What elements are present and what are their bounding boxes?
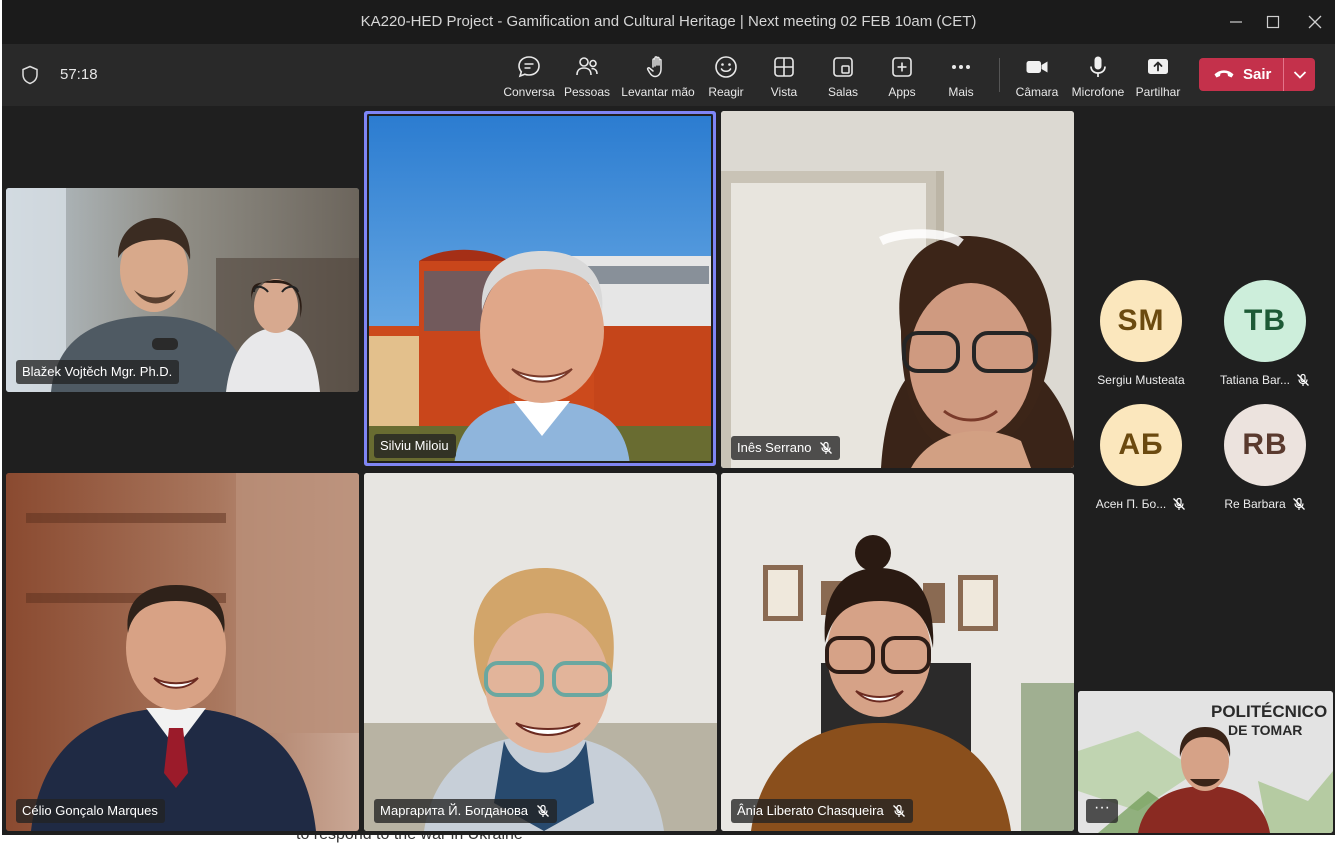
avatar-card[interactable]: TB Tatiana Bar... <box>1203 280 1327 400</box>
participant-name: Silviu Miloiu <box>374 434 456 458</box>
view-label: Vista <box>770 85 798 99</box>
video-tile-celio[interactable]: Célio Gonçalo Marques <box>6 473 359 831</box>
window-title: KA220-HED Project - Gamification and Cul… <box>360 13 977 30</box>
avatar-card[interactable]: SM Sergiu Musteata <box>1079 280 1203 400</box>
avatar-name: Асен П. Бо... <box>1079 497 1203 514</box>
participant-video <box>364 111 716 466</box>
teams-meeting-window: KA220-HED Project - Gamification and Cul… <box>2 0 1335 835</box>
participant-video <box>6 473 359 831</box>
camera-button[interactable]: Câmara <box>1015 52 1059 102</box>
add-app-icon <box>892 57 912 77</box>
avatar-card[interactable]: RB Re Barbara <box>1203 404 1327 524</box>
microphone-label: Microfone <box>1071 85 1125 99</box>
view-button[interactable]: Vista <box>764 52 804 102</box>
self-view[interactable]: POLITÉCNICO DE TOMAR ··· <box>1078 691 1333 833</box>
more-label: Mais <box>948 85 974 99</box>
participant-video <box>721 111 1074 468</box>
close-icon[interactable] <box>1303 10 1327 34</box>
mic-off-icon <box>1172 497 1186 514</box>
chevron-down-icon <box>1293 71 1307 79</box>
participant-video <box>721 473 1074 831</box>
microphone-button[interactable]: Microfone <box>1068 52 1128 102</box>
video-tile-blazek[interactable]: Blažek Vojtěch Mgr. Ph.D. <box>6 188 359 392</box>
avatar: SM <box>1100 280 1182 362</box>
raise-hand-label: Levantar mão <box>621 85 695 99</box>
react-label: Reagir <box>708 85 744 99</box>
banner-line2: DE TOMAR <box>1228 722 1302 738</box>
mic-off-icon <box>1296 373 1310 390</box>
participant-name: Ânia Liberato Chasqueira <box>731 799 913 823</box>
chat-icon <box>518 56 540 78</box>
avatar-name-text: Асен П. Бо... <box>1095 497 1167 511</box>
breakout-rooms-icon <box>833 57 853 77</box>
participant-name: Blažek Vojtěch Mgr. Ph.D. <box>16 360 180 384</box>
hang-up-icon <box>1214 70 1234 78</box>
chat-button[interactable]: Conversa <box>502 52 556 102</box>
react-button[interactable]: Reagir <box>704 52 748 102</box>
smile-icon <box>715 56 737 78</box>
people-icon <box>576 57 598 76</box>
participant-name: Célio Gonçalo Marques <box>16 799 165 823</box>
people-label: Pessoas <box>563 85 611 99</box>
camera-icon <box>1026 61 1048 73</box>
apps-label: Apps <box>888 85 916 99</box>
avatar-name: Tatiana Bar... <box>1203 373 1327 390</box>
leave-label: Sair <box>1243 66 1272 83</box>
avatar-name: Re Barbara <box>1203 497 1327 514</box>
banner-line1: POLITÉCNICO <box>1211 702 1327 721</box>
more-button[interactable]: Mais <box>941 52 981 102</box>
avatar-card[interactable]: АБ Асен П. Бо... <box>1079 404 1203 524</box>
avatar: RB <box>1224 404 1306 486</box>
avatar: АБ <box>1100 404 1182 486</box>
toolbar-divider <box>999 58 1000 92</box>
title-bar: KA220-HED Project - Gamification and Cul… <box>2 0 1335 44</box>
leave-button[interactable]: Sair <box>1199 58 1315 91</box>
participant-name: Inês Serrano <box>731 436 841 463</box>
leave-options-button[interactable] <box>1284 58 1315 91</box>
share-label: Partilhar <box>1135 85 1181 99</box>
leave-main[interactable]: Sair <box>1199 58 1283 91</box>
more-icon <box>952 65 970 69</box>
camera-label: Câmara <box>1015 85 1059 99</box>
chat-label: Conversa <box>503 85 555 99</box>
people-button[interactable]: Pessoas <box>562 52 612 102</box>
self-view-more-button[interactable]: ··· <box>1086 799 1118 823</box>
maximize-icon[interactable] <box>1261 10 1285 34</box>
video-tile-ines[interactable]: Inês Serrano <box>721 111 1074 468</box>
mic-off-icon <box>1292 497 1306 514</box>
meeting-toolbar: 57:18 Conversa Pessoas Levantar mão Reag… <box>2 44 1335 106</box>
avatar-name-text: Sergiu Musteata <box>1097 373 1185 387</box>
raise-hand-button[interactable]: Levantar mão <box>620 52 696 102</box>
avatar-name: Sergiu Musteata <box>1079 373 1203 387</box>
video-tile-silviu[interactable]: Silviu Miloiu <box>364 111 716 466</box>
avatar-name-text: Re Barbara <box>1224 497 1286 511</box>
mic-off-icon <box>819 439 833 463</box>
avatar-name-text: Tatiana Bar... <box>1219 373 1291 387</box>
video-tile-ania[interactable]: Ânia Liberato Chasqueira <box>721 473 1074 831</box>
mic-off-icon <box>536 802 550 826</box>
meeting-timer: 57:18 <box>60 66 98 83</box>
grid-view-icon <box>774 57 794 77</box>
participant-name: Маргарита Й. Богданова <box>374 799 557 823</box>
participant-video <box>364 473 717 831</box>
minimize-icon[interactable] <box>1224 10 1248 34</box>
rooms-label: Salas <box>827 85 859 99</box>
share-button[interactable]: Partilhar <box>1134 52 1182 102</box>
rooms-button[interactable]: Salas <box>823 52 863 102</box>
mic-off-icon <box>892 802 906 826</box>
apps-button[interactable]: Apps <box>882 52 922 102</box>
avatar: TB <box>1224 280 1306 362</box>
hand-icon <box>646 56 662 78</box>
video-tile-margarita[interactable]: Маргарита Й. Богданова <box>364 473 717 831</box>
share-screen-icon <box>1148 59 1168 74</box>
shield-icon[interactable] <box>21 65 39 85</box>
microphone-icon <box>1090 56 1106 77</box>
